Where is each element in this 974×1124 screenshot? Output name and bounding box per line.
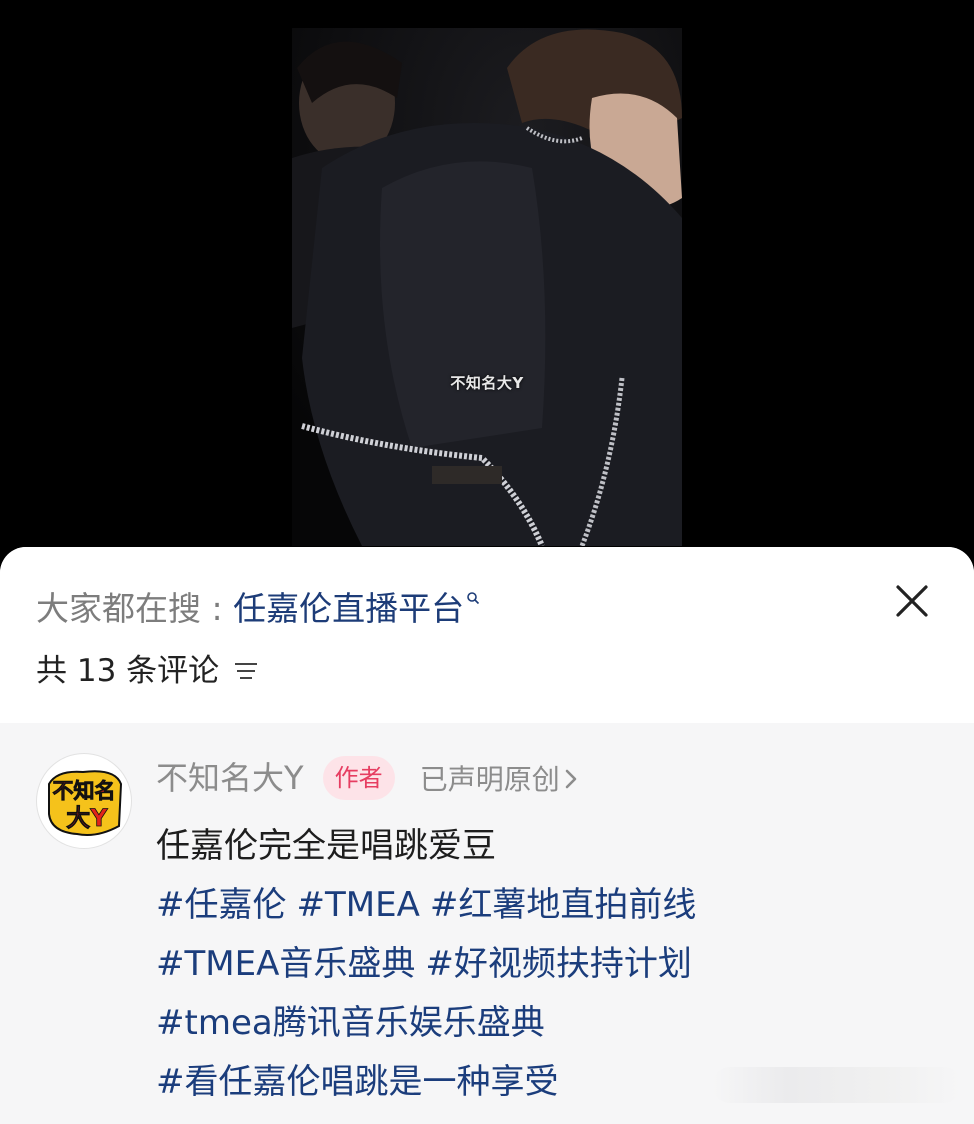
search-suggestion-term[interactable]: 任嘉伦直播平台 [233, 589, 464, 628]
comments-header: 大家都在搜 : 任嘉伦直播平台 共 13 条评论 [0, 547, 974, 723]
avatar-logo: 不知名 大Y [48, 770, 123, 836]
hashtag-link[interactable]: #任嘉伦 [156, 885, 287, 925]
original-declaration-label: 已声明原创 [419, 763, 560, 796]
blurred-watermark [712, 1067, 962, 1103]
comment-text: 任嘉伦完全是唱跳爱豆 [156, 826, 496, 866]
hashtag-link[interactable]: #好视频扶持计划 [425, 944, 692, 984]
hashtag-line: #TMEA音乐盛典 #好视频扶持计划 [156, 935, 916, 994]
original-declaration-link[interactable]: 已声明原创 [420, 758, 578, 798]
comment-count-row: 共 13 条评论 [36, 649, 259, 693]
video-area[interactable]: 不知名大Y [0, 0, 974, 560]
hashtag-link[interactable]: #tmea腾讯音乐娱乐盛典 [156, 1003, 545, 1043]
video-watermark: 不知名大Y [450, 374, 524, 392]
comment-meta: 不知名大Y 作者 已声明原创 [156, 755, 578, 801]
comment-username[interactable]: 不知名大Y [156, 759, 304, 797]
hashtag-link[interactable]: #TMEA [297, 885, 420, 925]
sort-icon[interactable] [233, 660, 259, 682]
search-suggestion-label: 大家都在搜 : [36, 589, 234, 628]
comment-count: 共 13 条评论 [36, 653, 220, 689]
avatar-text-bottom: 大Y [66, 804, 108, 832]
hashtag-link[interactable]: #红薯地直拍前线 [430, 885, 697, 925]
search-suggestion[interactable]: 大家都在搜 : 任嘉伦直播平台 [36, 587, 480, 631]
avatar-text-top: 不知名 [53, 779, 116, 803]
comments-sheet: 大家都在搜 : 任嘉伦直播平台 共 13 条评论 不知名 大Y 不知名大Y 作者… [0, 547, 974, 1124]
hashtag-line: #tmea腾讯音乐娱乐盛典 [156, 994, 916, 1053]
comment-item: 不知名 大Y 不知名大Y 作者 已声明原创 任嘉伦完全是唱跳爱豆 #任嘉伦 #TM… [0, 723, 974, 1124]
search-mini-icon [467, 592, 480, 605]
author-badge: 作者 [322, 756, 395, 800]
avatar[interactable]: 不知名 大Y [36, 753, 132, 849]
chevron-right-icon [565, 769, 577, 789]
video-player[interactable]: 不知名大Y [292, 28, 682, 546]
hashtag-line: #任嘉伦 #TMEA #红薯地直拍前线 [156, 876, 916, 935]
close-icon[interactable] [894, 583, 930, 619]
video-frame-image [292, 28, 682, 546]
hashtag-link[interactable]: #TMEA音乐盛典 [156, 944, 415, 984]
hashtag-link[interactable]: #看任嘉伦唱跳是一种享受 [156, 1062, 559, 1102]
